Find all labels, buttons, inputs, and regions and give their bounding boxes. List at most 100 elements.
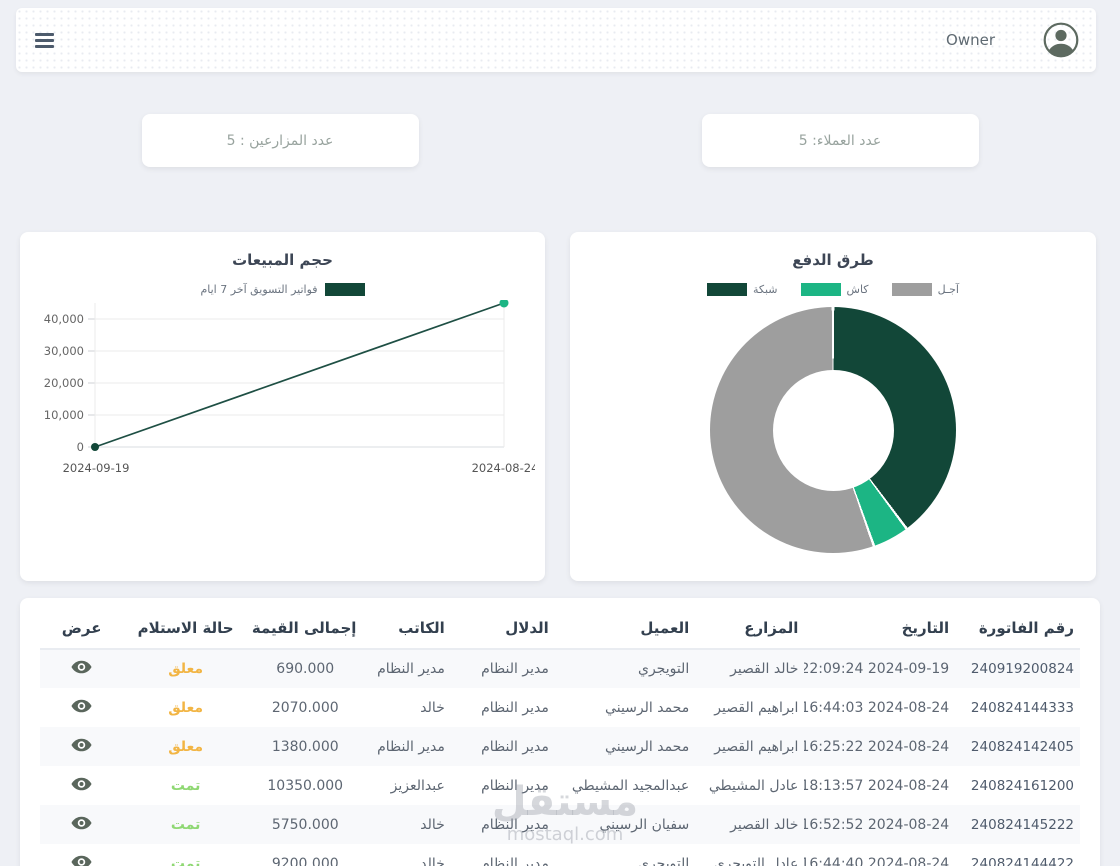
cell-view	[40, 805, 123, 844]
cell-writer: مدير النظام	[377, 661, 445, 677]
payments-legend-item[interactable]: كاش	[800, 283, 869, 296]
cell-status: معلق	[168, 738, 204, 755]
cell-broker: مدير النظام	[481, 816, 549, 833]
invoices-table-card: رقم الفاتورة التاريخ المزارع العميل الدلال ال…	[20, 598, 1100, 866]
cell-farmer: عادل التويجري	[713, 855, 799, 866]
cell-view	[40, 844, 123, 866]
cell-datetime: 2024-08-24 16:44:40	[804, 855, 950, 866]
eye-icon	[71, 660, 92, 674]
cell-farmer: ابراهيم القصير	[714, 738, 799, 755]
invoice-row: 240824161200 2024-08-24 18:13:57 عادل المش…	[40, 766, 1080, 805]
column-header-farmer: المزارع	[695, 606, 805, 650]
svg-text:10,000: 10,000	[44, 408, 84, 422]
cell-total: 1380.000	[271, 738, 339, 755]
cell-view	[40, 688, 123, 727]
column-header-writer: الكاتب	[362, 606, 451, 650]
view-invoice-button[interactable]	[71, 699, 92, 713]
donut-hole	[772, 369, 894, 491]
cell-status: تمت	[170, 855, 201, 866]
cell-view	[40, 649, 123, 688]
farmers-count-label: عدد المزارعين : 5	[226, 132, 334, 149]
invoices-table: رقم الفاتورة التاريخ المزارع العميل الدلال ال…	[40, 606, 1080, 866]
sales-legend-label: فواتير التسويق آخر 7 ايام	[200, 283, 318, 296]
payments-chart-title: طرق الدفع	[792, 251, 874, 269]
cell-broker: مدير النظام	[481, 855, 549, 866]
invoice-row: 240919200824 2024-09-19 22:09:24 خالد القص…	[40, 649, 1080, 688]
column-header-total: إجمالى القيمة	[248, 606, 363, 650]
invoice-row: 240824145222 2024-08-24 16:52:52 خالد القص…	[40, 805, 1080, 844]
eye-icon	[71, 816, 92, 829]
legend-label: آجـل	[937, 283, 959, 296]
stats-row: عدد المزارعين : 5 عدد العملاء: 5	[0, 114, 1120, 167]
view-invoice-button[interactable]	[71, 660, 92, 674]
cell-datetime: 2024-09-19 22:09:24	[804, 661, 950, 677]
legend-swatch	[891, 283, 932, 296]
sales-chart-title: حجم المبيعات	[232, 251, 333, 269]
cell-invoice: 240824144333	[970, 699, 1074, 716]
payments-legend-item[interactable]: شبكة	[707, 283, 778, 296]
invoice-row: 240824144422 2024-08-24 16:44:40 عادل التو…	[40, 844, 1080, 866]
sales-volume-card: حجم المبيعات فواتير التسويق آخر 7 ايام 0…	[20, 232, 545, 581]
cell-invoice: 240919200824	[970, 661, 1074, 677]
cell-broker: مدير النظام	[481, 699, 549, 716]
view-invoice-button[interactable]	[71, 816, 92, 830]
invoice-row: 240824142405 2024-08-24 16:25:22 ابراهيم ا…	[40, 727, 1080, 766]
cell-status: معلق	[168, 699, 204, 716]
cell-total: 9200.000	[271, 855, 339, 866]
cell-invoice: 240824142405	[970, 738, 1074, 755]
cell-total: 10350.000	[267, 777, 344, 794]
hamburger-menu-icon[interactable]	[33, 26, 56, 55]
cell-total: 2070.000	[271, 699, 339, 716]
top-header: Owner	[16, 8, 1096, 72]
column-header-datetime: التاريخ	[804, 606, 956, 650]
view-invoice-button[interactable]	[71, 855, 92, 866]
cell-invoice: 240824161200	[970, 777, 1074, 794]
cell-view	[40, 766, 123, 805]
eye-icon	[71, 699, 92, 712]
column-header-view: عرض	[40, 606, 124, 650]
sales-line-chart: 0 10,000 20,000 30,000 40,000 2024-09-19 2024-…	[44, 300, 535, 475]
sales-chart-legend[interactable]: فواتير التسويق آخر 7 ايام	[30, 283, 535, 296]
cell-datetime: 2024-08-24 16:25:22	[804, 738, 950, 755]
user-avatar-icon[interactable]	[1043, 22, 1079, 58]
cell-writer: خالد	[420, 816, 445, 833]
cell-broker: مدير النظام	[481, 777, 549, 794]
eye-icon	[71, 738, 92, 751]
cell-client: عبدالمجيد المشيطي	[571, 777, 690, 794]
cell-client: محمد الرسيني	[605, 699, 690, 716]
cell-view	[40, 727, 123, 766]
user-role-label: Owner	[946, 31, 995, 49]
column-header-client: العميل	[554, 606, 696, 650]
view-invoice-button[interactable]	[71, 738, 92, 752]
svg-text:20,000: 20,000	[44, 376, 84, 390]
cell-total: 690.000	[276, 661, 335, 677]
payments-chart-legend[interactable]: شبكة كاش آجـل	[580, 283, 1086, 296]
cell-farmer: ابراهيم القصير	[714, 699, 799, 716]
invoice-row: 240824144333 2024-08-24 16:44:03 ابراهيم ا…	[40, 688, 1080, 727]
cell-status: تمت	[170, 777, 201, 794]
view-invoice-button[interactable]	[71, 777, 92, 791]
legend-swatch	[707, 283, 748, 296]
legend-label: شبكة	[753, 283, 778, 296]
cell-invoice: 240824144422	[970, 855, 1074, 866]
sales-legend-swatch	[324, 283, 365, 296]
cell-datetime: 2024-08-24 18:13:57	[804, 777, 950, 794]
clients-count-label: عدد العملاء: 5	[798, 132, 882, 149]
cell-farmer: خالد القصير	[730, 661, 799, 677]
payment-methods-card: طرق الدفع شبكة كاش آجـل	[570, 232, 1096, 581]
legend-swatch	[800, 283, 841, 296]
payments-legend-item[interactable]: آجـل	[891, 283, 959, 296]
svg-text:30,000: 30,000	[44, 344, 84, 358]
eye-icon	[71, 855, 92, 866]
cell-farmer: خالد القصير	[730, 816, 799, 833]
cell-broker: مدير النظام	[481, 661, 549, 677]
cell-status: تمت	[170, 816, 201, 833]
svg-text:0: 0	[77, 440, 84, 454]
cell-client: محمد الرسيني	[605, 738, 690, 755]
column-header-invoice: رقم الفاتورة	[955, 606, 1080, 650]
payments-donut-chart	[710, 307, 956, 553]
farmers-count-card: عدد المزارعين : 5	[141, 114, 419, 167]
table-header-row: رقم الفاتورة التاريخ المزارع العميل الدلال ال…	[40, 606, 1080, 650]
eye-icon	[71, 777, 92, 790]
cell-writer: مدير النظام	[377, 738, 445, 755]
